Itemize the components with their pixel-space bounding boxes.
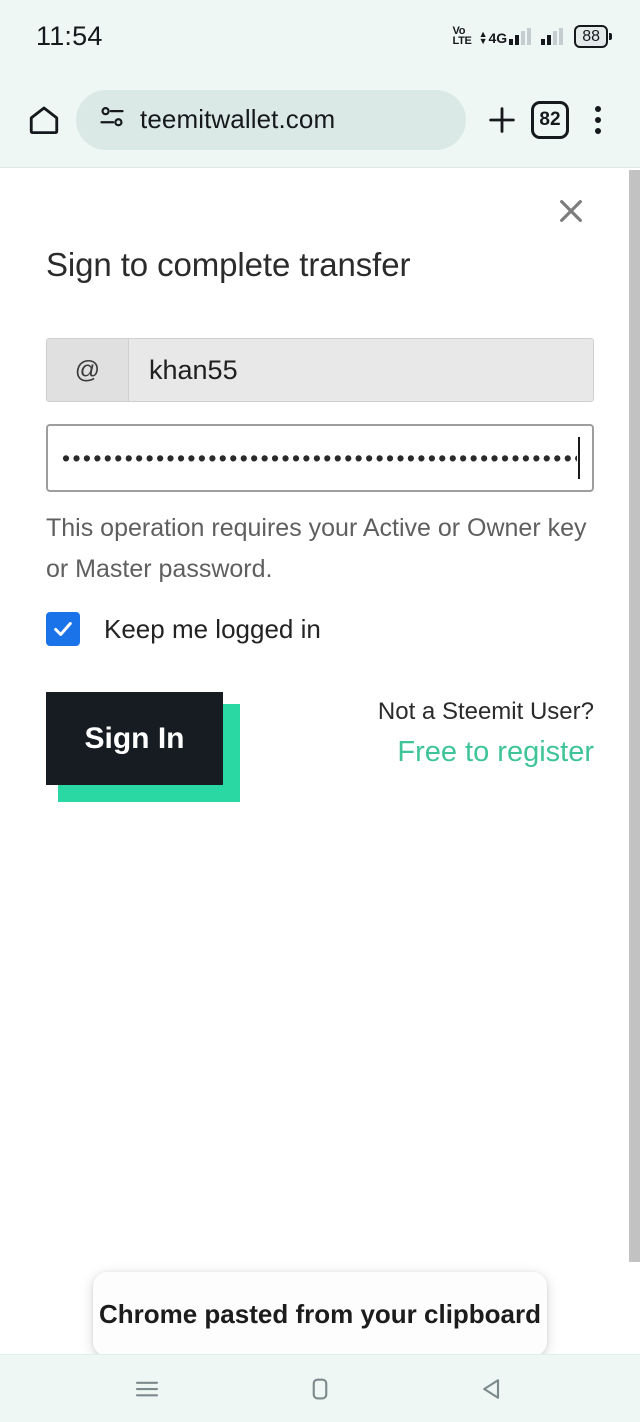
tune-icon[interactable] bbox=[98, 103, 126, 136]
network-type-label: 4G bbox=[488, 29, 508, 46]
username-input[interactable]: khan55 bbox=[129, 339, 593, 401]
register-question: Not a Steemit User? bbox=[377, 698, 594, 725]
keep-logged-in-label: Keep me logged in bbox=[104, 613, 321, 644]
battery-icon: 88 bbox=[574, 24, 612, 48]
url-text: teemitwallet.com bbox=[140, 104, 336, 134]
volte-icon: Vo LTE bbox=[452, 26, 472, 47]
back-triangle-icon[interactable] bbox=[453, 1359, 533, 1419]
register-box: Not a Steemit User? Free to register bbox=[378, 692, 594, 769]
sign-in-button[interactable]: Sign In bbox=[46, 692, 223, 785]
at-prefix: @ bbox=[47, 339, 129, 401]
plus-icon[interactable] bbox=[478, 96, 526, 144]
system-nav-bar bbox=[0, 1354, 640, 1422]
network-indicator: ▲ ▼ 4G bbox=[478, 27, 532, 46]
status-bar: 11:54 Vo LTE ▲ ▼ 4G 88 bbox=[0, 0, 640, 72]
status-time: 11:54 bbox=[36, 20, 103, 51]
recents-menu-icon[interactable] bbox=[107, 1359, 187, 1419]
action-row: Sign In Not a Steemit User? Free to regi… bbox=[46, 692, 594, 802]
battery-level: 88 bbox=[574, 24, 608, 48]
close-row bbox=[46, 168, 594, 232]
browser-toolbar: teemitwallet.com 82 bbox=[0, 72, 640, 168]
toast-message: Chrome pasted from your clipboard bbox=[98, 1298, 542, 1329]
tab-count: 82 bbox=[531, 100, 569, 139]
sign-in-button-wrapper: Sign In bbox=[46, 692, 240, 802]
tab-switcher-button[interactable]: 82 bbox=[526, 96, 574, 144]
network-type: ▲ ▼ 4G bbox=[478, 28, 508, 46]
status-icons: Vo LTE ▲ ▼ 4G 88 bbox=[452, 24, 612, 48]
password-input[interactable]: ••••••••••••••••••••••••••••••••••••••••… bbox=[62, 447, 577, 470]
home-icon[interactable] bbox=[20, 96, 68, 144]
data-arrows-icon: ▲ ▼ bbox=[478, 28, 488, 46]
close-icon[interactable] bbox=[550, 190, 592, 232]
page-title: Sign to complete transfer bbox=[46, 246, 411, 283]
sign-dialog: Sign to complete transfer @ khan55 •••••… bbox=[0, 168, 640, 802]
signal-bars-1-icon bbox=[509, 27, 532, 45]
volte-line2: LTE bbox=[452, 35, 472, 47]
keep-logged-in-row[interactable]: Keep me logged in bbox=[46, 612, 594, 646]
battery-tip bbox=[609, 32, 612, 40]
keep-logged-in-checkbox[interactable] bbox=[46, 612, 80, 646]
clipboard-toast: Chrome pasted from your clipboard bbox=[93, 1272, 547, 1354]
password-field[interactable]: ••••••••••••••••••••••••••••••••••••••••… bbox=[46, 424, 594, 492]
text-caret bbox=[578, 437, 580, 479]
signal-bars-2-icon bbox=[541, 27, 564, 45]
home-square-icon[interactable] bbox=[280, 1359, 360, 1419]
url-bar[interactable]: teemitwallet.com bbox=[76, 89, 466, 150]
free-to-register-link[interactable]: Free to register bbox=[378, 736, 594, 769]
key-requirement-hint: This operation requires your Active or O… bbox=[46, 514, 587, 583]
page-content: Sign to complete transfer @ khan55 •••••… bbox=[0, 168, 640, 1354]
kebab-menu-icon[interactable] bbox=[574, 96, 622, 144]
username-field[interactable]: @ khan55 bbox=[46, 338, 594, 402]
